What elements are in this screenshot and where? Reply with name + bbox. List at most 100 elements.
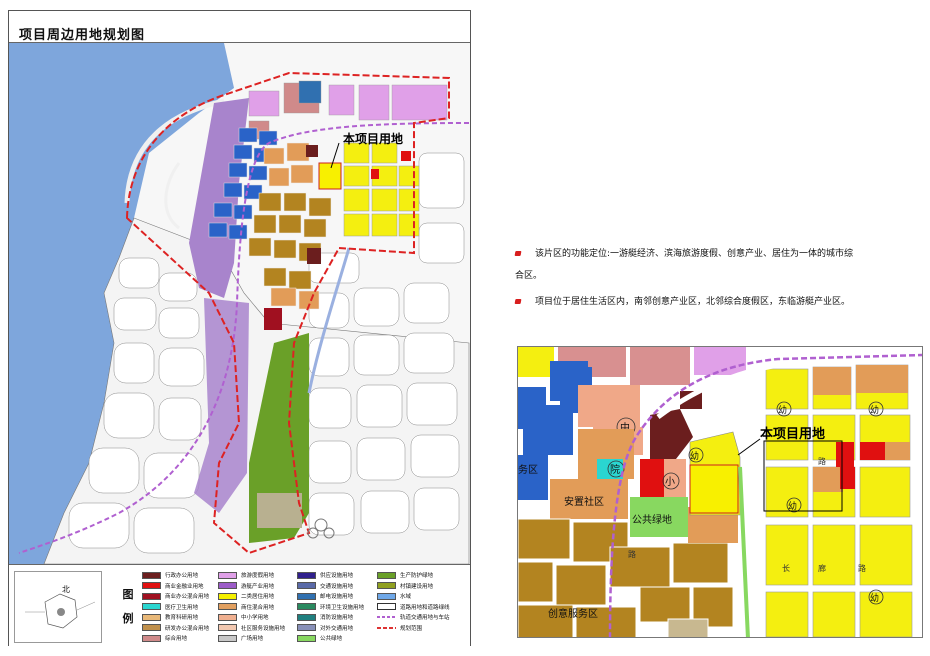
legend-area: 北 图 例 行政办公用地商业金融业用地 商业办公混合用地 医疗卫生用地 教育科研用地研… — [9, 564, 470, 646]
legend-swatch — [142, 582, 161, 590]
legend-item: 旅游度假用地 — [218, 570, 298, 581]
legend-label: 综合用地 — [165, 636, 188, 643]
legend-label: 轨道交通用地与车站 — [400, 615, 450, 622]
legend-swatch — [142, 603, 161, 611]
north-blocks — [248, 80, 448, 140]
north-label: 北 — [62, 585, 70, 594]
inset-mixed-ne2 — [856, 365, 908, 393]
legend-label: 交通设施用地 — [320, 583, 354, 590]
bullet-icon — [514, 299, 522, 304]
legend-label: 教育科研用地 — [165, 615, 199, 622]
legend-heading-char: 图 — [122, 588, 134, 601]
inset-school-block — [578, 385, 640, 427]
map-title: 项目周边用地规划图 — [19, 28, 146, 43]
legend-item: 行政办公用地 — [142, 570, 222, 581]
plan-map-panel: 项目周边用地规划图 本项目用地 北 图 例 行政办公用地 商业金融业用地 商业办… — [0, 0, 478, 656]
legend-item: 医疗卫生用地 — [142, 602, 222, 613]
inset-commerce-block — [640, 459, 664, 499]
legend-column: 供应设施用地 交通设施用地 邮电设施用地 环境卫生设施用地消防设施用地 对外交通用地 公共… — [297, 570, 377, 644]
legend-swatch — [377, 592, 396, 600]
legend-item: 村镇建设用地 — [377, 581, 457, 592]
legend-swatch — [218, 582, 237, 590]
service-left-label: 务区 — [518, 463, 538, 476]
legend-label: 水域 — [400, 594, 412, 601]
legend-item: 对外交通用地 — [297, 623, 377, 634]
locator-map — [25, 593, 96, 629]
legend-label: 广场用地 — [241, 636, 264, 643]
main-map-callout: 本项目用地 — [343, 131, 403, 146]
inset-detail-map[interactable]: 中 院 务区 安置社区 小 公共绿地 创意服务区 幼 幼 幼 幼 幼 路 路 长… — [517, 346, 923, 638]
legend-item: 中小学用地 — [218, 612, 298, 623]
inset-map-svg: 中 院 务区 安置社区 小 公共绿地 创意服务区 幼 幼 幼 幼 幼 路 路 长… — [518, 347, 922, 637]
legend-column: 行政办公用地商业金融业用地 商业办公混合用地 医疗卫生用地 教育科研用地研发办公混合用… — [142, 570, 222, 644]
legend-label: 消防设施用地 — [320, 615, 354, 622]
village-area — [257, 493, 302, 528]
legend-label: 商业办公混合用地 — [165, 594, 210, 601]
admin-south — [307, 248, 321, 264]
inset-project-site-core[interactable] — [689, 464, 739, 514]
legend-label: 公共绿地 — [320, 636, 343, 643]
legend-item: 环境卫生设施用地 — [297, 602, 377, 613]
chuangyi-label: 创意服务区 — [548, 607, 598, 620]
road-label: 长 — [782, 563, 790, 573]
description-panel: 该片区的功能定位:一游艇经济、滨海旅游度假、创意产业、居住为一体的城市综合区。 … — [478, 0, 930, 656]
legend-item: 商住混合用地 — [218, 602, 298, 613]
inset-block — [518, 347, 554, 377]
legend-column: 旅游度假用地 游艇产业用地 二类居住用地 商住混合用地中小学用地社区服务设施用地 广场用… — [218, 570, 298, 644]
legend-item: 公共绿地 — [297, 633, 377, 644]
legend-item: 社区服务设施用地 — [218, 623, 298, 634]
map-frame: 项目周边用地规划图 本项目用地 北 图 例 行政办公用地 商业金融业用地 商业办… — [8, 10, 471, 646]
legend-swatch — [297, 613, 316, 621]
admin-block — [306, 145, 318, 157]
legend-item: 轨道交通用地与车站 — [377, 612, 457, 623]
project-site-main[interactable] — [318, 162, 342, 190]
legend-heading: 图 例 — [121, 583, 135, 631]
kindergarten-label: 幼 — [870, 404, 879, 416]
legend-item: 水域 — [377, 591, 457, 602]
north-indicator-box: 北 — [14, 571, 102, 643]
description-paragraph-2: 项目位于居住生活区内，南邻创意产业区，北邻综合度假区，东临游艇产业区。 — [514, 291, 860, 313]
legend-item: 教育科研用地 — [142, 612, 222, 623]
legend-item: 二类居住用地 — [218, 591, 298, 602]
legend-swatch — [377, 603, 396, 611]
anzhi-label: 安置社区 — [564, 495, 604, 508]
paragraph-text: 该片区的功能定位:一游艇经济、滨海旅游度假、创意产业、居住为一体的城市综合区。 — [515, 249, 854, 281]
inset-commerce-east — [860, 442, 885, 460]
legend-label: 研发办公混合用地 — [165, 625, 210, 632]
bullet-icon — [514, 251, 522, 256]
legend-item: 生产防护绿地 — [377, 570, 457, 581]
commerce-block-2 — [401, 151, 411, 161]
legend-label: 旅游度假用地 — [241, 573, 275, 580]
green-label: 公共绿地 — [632, 513, 672, 526]
legend-label: 对外交通用地 — [320, 625, 354, 632]
legend-swatch — [218, 603, 237, 611]
legend-swatch — [297, 634, 316, 642]
inset-mixed-ne — [813, 367, 851, 395]
paragraph-text: 项目位于居住生活区内，南邻创意产业区，北邻综合度假区，东临游艇产业区。 — [535, 297, 851, 307]
main-land-use-map[interactable]: 本项目用地 — [9, 43, 470, 564]
legend-label: 村镇建设用地 — [400, 583, 434, 590]
legend-swatch — [218, 613, 237, 621]
legend-item: 消防设施用地 — [297, 612, 377, 623]
road-label: 路 — [858, 563, 866, 573]
legend-swatch — [297, 571, 316, 579]
legend-label: 供应设施用地 — [320, 573, 354, 580]
legend-label: 游艇产业用地 — [241, 583, 275, 590]
legend-item: 商业金融业用地 — [142, 581, 222, 592]
legend-item: 交通设施用地 — [297, 581, 377, 592]
legend-label: 商业金融业用地 — [165, 583, 204, 590]
commerce-south — [264, 308, 282, 330]
legend-swatch — [218, 571, 237, 579]
legend-column: 生产防护绿地 村镇建设用地 水域 道路用地和道路绿线 轨道交通用地与车站 规划范围 — [377, 570, 457, 633]
legend-label: 医疗卫生用地 — [165, 604, 199, 611]
legend-swatch — [297, 603, 316, 611]
breakwater-inner — [164, 162, 181, 230]
legend-item: 研发办公混合用地 — [142, 623, 222, 634]
kindergarten-label: 幼 — [788, 500, 797, 512]
legend-label: 中小学用地 — [241, 615, 269, 622]
description-paragraph-1: 该片区的功能定位:一游艇经济、滨海旅游度假、创意产业、居住为一体的城市综合区。 — [514, 243, 860, 287]
legend-swatch — [142, 592, 161, 600]
inset-office-block — [523, 405, 573, 455]
legend-label: 邮电设施用地 — [320, 594, 354, 601]
legend-label: 社区服务设施用地 — [241, 625, 286, 632]
